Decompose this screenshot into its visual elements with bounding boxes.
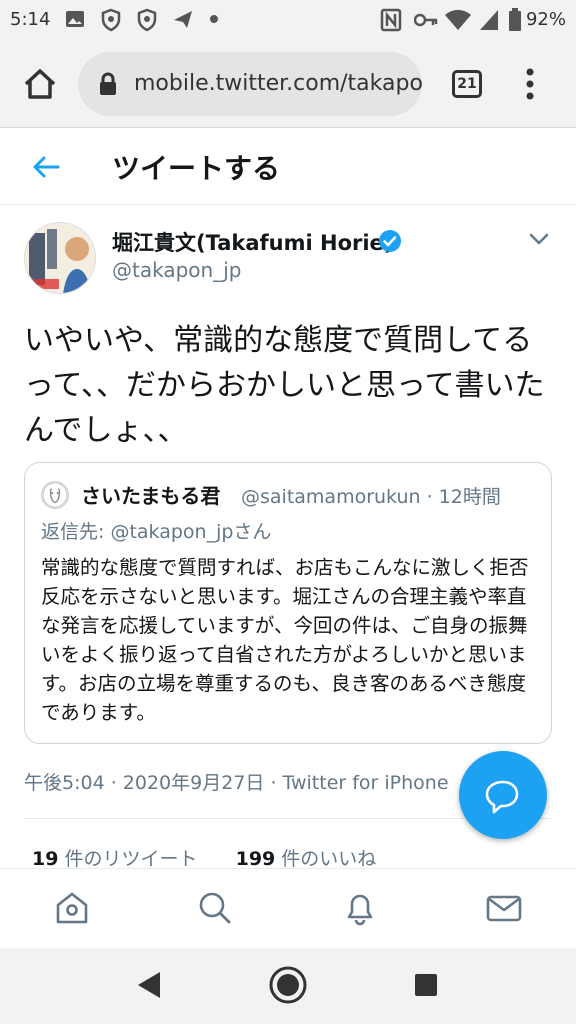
home-tab-icon[interactable] [53,889,91,927]
signal-icon [480,10,498,30]
tweet-text: いやいや、常識的な態度で質問してるって、、だからおかしいと思って書いたんでしょ、… [24,323,545,448]
more-vert-icon[interactable] [520,66,540,102]
speech-bubble-icon [485,780,519,814]
wifi-icon [445,9,471,30]
quoted-tweet-text: 常識的な態度で質問すれば、お店もこんなに激しく拒否反応を示さないと思います。堀江… [41,556,529,724]
lock-icon [100,72,116,95]
tweet-stats: 19 件のリツイート 199 件のいいね [32,844,376,871]
bottom-tab-bar [0,868,576,948]
dot-icon [210,15,218,23]
like-label[interactable]: 件のいいね [275,848,376,870]
chevron-down-icon[interactable] [526,226,552,252]
retweet-count[interactable]: 19 [32,848,58,870]
compose-reply-button[interactable] [459,751,547,839]
page-header: ツイートする [0,129,576,205]
search-icon[interactable] [196,889,234,927]
quoted-author-name: さいたまもる君 [81,484,221,508]
nav-back-icon[interactable] [136,970,162,1000]
quoted-handle-time: @saitamamorukun · 12時間 [241,486,501,508]
quoted-tweet-card[interactable]: さいたまもる君 @saitamamorukun · 12時間 返信先: @tak… [24,462,552,744]
like-count[interactable]: 199 [236,848,276,870]
nav-recents-icon[interactable] [414,973,438,997]
messages-envelope-icon[interactable] [485,889,523,927]
browser-toolbar: mobile.twitter.com/takapon_ 21 [0,40,576,128]
home-icon[interactable] [20,64,60,104]
system-nav-bar [0,948,576,1024]
reply-to-label: 返信先: @takapon_jpさん [41,521,272,543]
quoted-avatar [41,481,69,509]
key-icon [414,13,438,27]
paper-plane-icon [174,11,192,28]
nav-home-icon[interactable] [268,965,308,1005]
status-bar: 5:14 92% [0,0,576,40]
back-arrow-icon[interactable] [30,151,62,183]
nfc-icon [380,8,402,32]
url-text: mobile.twitter.com/takapon_ [134,71,422,96]
avatar[interactable] [24,222,96,294]
image-icon [66,11,84,27]
page-title: ツイートする [112,152,281,185]
shield-icon [137,8,157,32]
notifications-bell-icon[interactable] [341,889,379,927]
verified-badge-icon [379,230,401,252]
retweet-label[interactable]: 件のリツイート [58,848,197,870]
battery-percentage: 92% [525,9,566,30]
avatar-image [25,223,95,293]
status-time: 5:14 [10,9,51,30]
shield-icon [101,8,121,32]
battery-icon [509,8,521,31]
tab-switcher-button[interactable]: 21 [452,70,482,98]
author-handle[interactable]: @takapon_jp [112,258,241,282]
author-name[interactable]: 堀江貴文(Takafumi Horie) [112,227,393,257]
tweet-timestamp: 午後5:04 · 2020年9月27日 · Twitter for iPhone [24,772,449,794]
address-bar[interactable]: mobile.twitter.com/takapon_ [78,52,422,116]
